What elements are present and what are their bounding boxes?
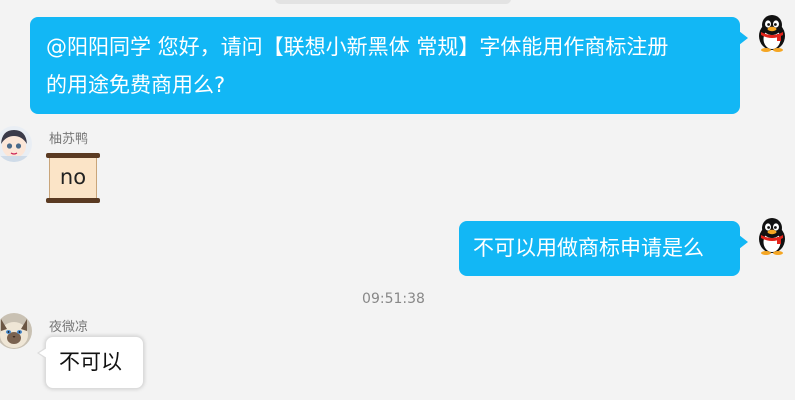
outgoing-message-bubble[interactable]: 不可以用做商标申请是么 (459, 221, 748, 276)
avatar[interactable] (0, 126, 32, 162)
message-timestamp: 09:51:38 (362, 291, 425, 307)
previous-message-edge (275, 0, 511, 4)
sender-name: 柚苏鸭 (49, 132, 89, 147)
outgoing-message-bubble[interactable]: @阳阳同学 您好，请问【联想小新黑体 常规】字体能用作商标注册 的用途免费商用么… (30, 17, 748, 114)
scroll-roll-bottom (46, 198, 100, 203)
sticker-text: no (49, 158, 97, 198)
chat-window: @阳阳同学 您好，请问【联想小新黑体 常规】字体能用作商标注册 的用途免费商用么… (0, 0, 795, 400)
sender-name: 夜微凉 (49, 320, 89, 335)
scroll-sticker-message[interactable]: no (46, 153, 100, 203)
avatar[interactable] (0, 313, 32, 349)
incoming-message-bubble[interactable]: 不可以 (37, 336, 144, 389)
qq-penguin-icon[interactable] (757, 14, 787, 52)
qq-penguin-icon[interactable] (757, 217, 787, 255)
